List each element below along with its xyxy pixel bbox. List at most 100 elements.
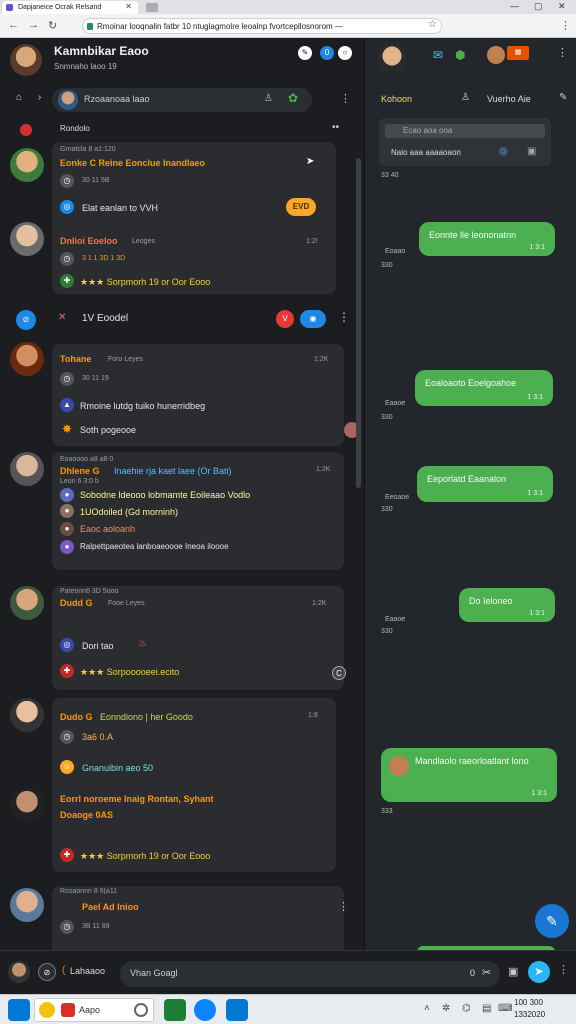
profile-avatar[interactable] (10, 44, 42, 76)
post-author[interactable]: Dudo G (60, 712, 93, 722)
post-card[interactable]: Dudo G Eonndiono | her Goodo 1:8 ◷ 3a6 0… (52, 698, 336, 872)
browser-tab[interactable]: Dapjaneice Ocrak Relsand ✕ (2, 1, 138, 14)
chat-bubble[interactable]: Eonnte lle leononatnn 1 3:1 (419, 222, 555, 256)
url-input[interactable]: Rmoinar looqnalin fatbr 10 ntuglagmolre … (82, 18, 442, 34)
star-icon[interactable]: ☆ (428, 19, 437, 30)
group-more-icon[interactable]: ⋮ (338, 310, 350, 324)
chat-icon[interactable]: ✉ (433, 48, 443, 62)
tray-keyboard-icon[interactable]: ⌨ (498, 1003, 512, 1014)
new-tab-button[interactable] (146, 3, 158, 12)
feed-toolbar: ⌂ › Rzoaanoaa laao ♙ ✿ ⋮ (0, 84, 364, 114)
post-author[interactable]: Eonke C Reine Eonclue Inandlaeo (60, 158, 205, 168)
home-icon[interactable]: ⌂ (16, 92, 22, 103)
chat-bubble[interactable]: Eoaloaoto Eoelgoahoe 1 3:1 (415, 370, 553, 406)
send-icon[interactable]: ➤ (306, 156, 314, 167)
os-taskbar: Aapo ˄ ✲ ⌬ ▤ ⌨ 100 300 1332020 (0, 994, 576, 1024)
chat-panel: ✉ ⬢ ▦ ⋮ Kohoon ♙ Vuerho Aie ✎ Ecao aoa o… (364, 38, 576, 994)
browser-icon[interactable] (194, 999, 216, 1021)
minimize-icon[interactable]: — (510, 1, 519, 11)
post-text: ★★★ Sorpmorh 19 or Oor Eooo (80, 851, 211, 861)
excel-icon[interactable] (164, 999, 186, 1021)
chat-search-input[interactable]: Ecao aoa ooa (385, 124, 545, 138)
group-toggle[interactable]: ◉ (300, 310, 326, 328)
mail-icon[interactable] (226, 999, 248, 1021)
composer-bar: ⊘ ( Lahaaoo Vhan Goagl 0 ✂ ▣ ➤ ⋮ (0, 950, 576, 994)
compose-fab[interactable]: ✎ (535, 904, 569, 938)
post-author[interactable]: Dhlene G (60, 466, 100, 476)
author-avatar[interactable] (10, 586, 44, 620)
tray-gear-icon[interactable]: ✲ (442, 1003, 450, 1014)
send-button[interactable]: ➤ (528, 961, 550, 983)
composer-button[interactable]: Lahaaoo (70, 966, 105, 976)
settings-icon[interactable]: ○ (338, 46, 352, 60)
composer-more-icon[interactable]: ⋮ (558, 963, 569, 976)
forward-icon[interactable]: → (28, 19, 39, 31)
chat-sublabel: 330 (381, 506, 393, 513)
filter-icon[interactable]: ♙ (264, 93, 273, 104)
post-author[interactable]: Tohane (60, 354, 91, 364)
composer-avatar[interactable] (8, 961, 30, 983)
back-icon[interactable]: ← (8, 19, 19, 31)
section-more-icon[interactable]: •• (332, 122, 339, 133)
contact-avatar[interactable] (487, 46, 505, 64)
author-avatar[interactable] (10, 342, 44, 376)
info-icon[interactable]: ◎ (499, 146, 508, 157)
leaf-icon[interactable]: ✿ (288, 91, 298, 105)
chat-icon[interactable]: ✎ (298, 46, 312, 60)
post-author[interactable]: Dnlioi Eoeloo (60, 236, 118, 246)
notification-badge[interactable]: 0 (320, 46, 334, 60)
card-more-icon[interactable]: ⋮ (338, 900, 349, 913)
chat-label: Eeoaoe (385, 494, 410, 501)
author-avatar[interactable] (10, 888, 44, 922)
more-icon[interactable]: ⋮ (340, 92, 351, 105)
author-avatar[interactable] (10, 788, 44, 822)
clock-time[interactable]: 100 300 (514, 998, 543, 1007)
group-badge[interactable]: V (276, 310, 294, 328)
search-input[interactable]: Rzoaanoaa laao ♙ ✿ (52, 88, 312, 112)
clock-date[interactable]: 1332020 (514, 1010, 545, 1019)
chat-user-avatar[interactable] (377, 44, 407, 74)
author-avatar[interactable] (10, 698, 44, 732)
globe-icon: ◎ (60, 200, 74, 214)
image-icon[interactable]: ▣ (508, 965, 518, 978)
react-icon[interactable]: C (332, 666, 346, 680)
feed-scrollbar[interactable] (356, 158, 361, 488)
cortana-icon[interactable] (134, 1003, 148, 1017)
tab-close-icon[interactable]: ✕ (125, 2, 132, 11)
post-card[interactable]: Tohane Foro Leyes 1:2K ◷ 30 11 19 ▲ Rmoi… (52, 344, 344, 446)
author-avatar[interactable] (10, 148, 44, 182)
maximize-icon[interactable]: ▢ (534, 1, 543, 12)
group-header[interactable]: ⊘ ✕ 1V Eoodel V ◉ ⋮ (12, 308, 352, 330)
tray-volume-icon[interactable]: ▤ (482, 1003, 491, 1014)
post-card[interactable]: Pateonn6 3D 5ooo Dudd G Fooe Leyes 1:2K … (52, 586, 346, 690)
post-author[interactable]: Pael Ad Inioo (82, 902, 139, 912)
pen-icon[interactable]: ✎ (559, 92, 567, 103)
post-time: 1:2! (306, 238, 318, 245)
post-author[interactable]: Dudd G (60, 598, 93, 608)
message-input[interactable]: Vhan Goagl 0 ✂ (120, 961, 500, 987)
author-avatar[interactable] (10, 222, 44, 256)
browser-menu-icon[interactable]: ⋮ (560, 19, 571, 32)
author-avatar[interactable] (10, 452, 44, 486)
user-icon[interactable]: ♙ (461, 92, 470, 103)
chat-bubble[interactable]: Mandlaolo raeorloatlant lono 1 3:1 (381, 748, 557, 802)
attach-icon[interactable]: ⊘ (38, 963, 56, 981)
post-card[interactable]: Rosaonnn 8 6(a11 Pael Ad Inioo ◷ 3B 11 8… (52, 886, 349, 956)
search-placeholder: Rzoaanoaa laao (84, 94, 150, 104)
chevron-right-icon[interactable]: › (38, 92, 41, 103)
post-card[interactable]: Eoaoooo a8 a8 0 Dhlene G Inaehie rja kae… (52, 452, 344, 570)
scissors-icon[interactable]: ✂ (482, 966, 491, 979)
post-text: 1UOdoiled (Gd morninh) (80, 507, 179, 517)
tray-up-icon[interactable]: ˄ (424, 1003, 430, 1014)
chat-bubble[interactable]: Do Ieloneo 1 3:1 (459, 588, 555, 622)
chat-search-box[interactable]: Ecao aoa ooa Naio aaa aaaaoaon ◎ ▣ (379, 118, 551, 166)
window-close-icon[interactable]: ✕ (558, 1, 566, 12)
reload-icon[interactable]: ↻ (48, 19, 57, 32)
grid-icon[interactable]: ▣ (527, 146, 536, 157)
shield-icon[interactable]: ⬢ (455, 48, 465, 62)
post-card[interactable]: Grnatcla 8 a1:120 Eonke C Reine Eonclue … (52, 142, 336, 294)
tray-network-icon[interactable]: ⌬ (462, 1003, 471, 1014)
start-icon[interactable] (8, 999, 30, 1021)
chat-bubble[interactable]: Eeporlatd Eaanalon 1 3:1 (417, 466, 553, 502)
panel-more-icon[interactable]: ⋮ (557, 46, 568, 59)
